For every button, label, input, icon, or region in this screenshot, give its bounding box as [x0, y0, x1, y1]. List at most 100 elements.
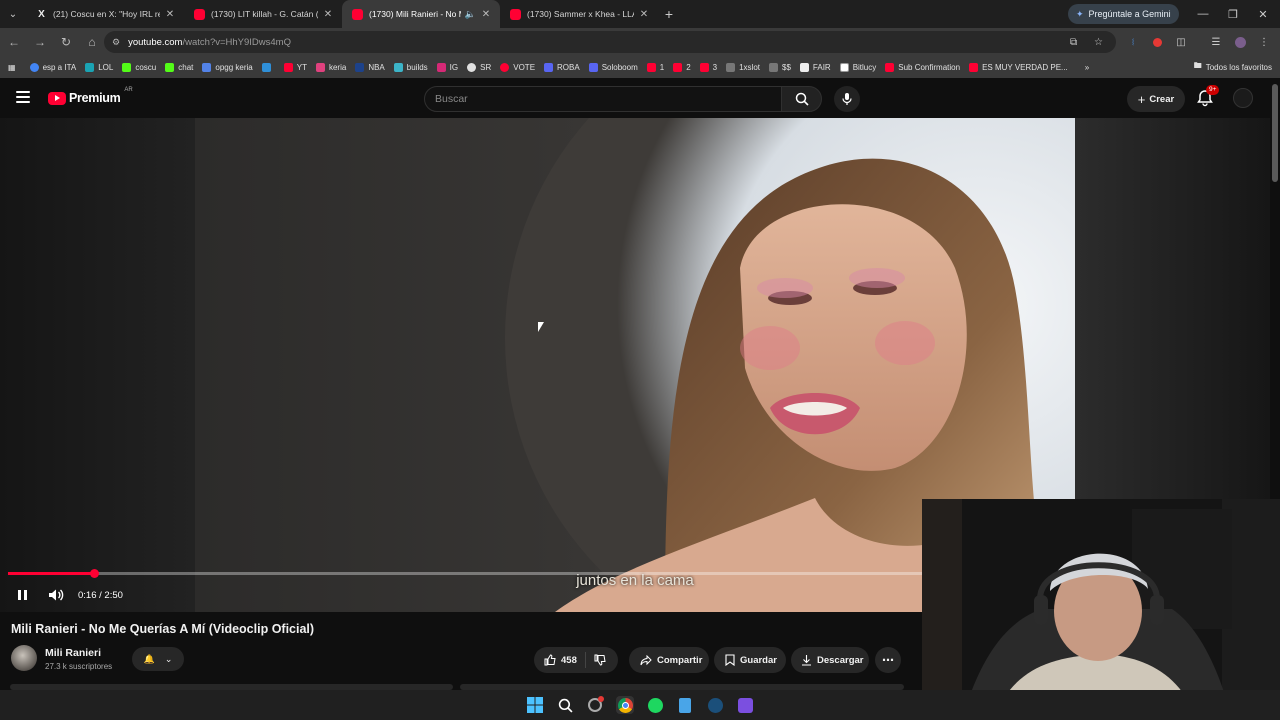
bookmark-item[interactable]: esp a ITA	[29, 62, 76, 72]
search-input[interactable]	[435, 93, 755, 105]
all-bookmarks-folder[interactable]: 🖿 Todos los favoritos	[1194, 56, 1272, 78]
bookmark-label: coscu	[135, 62, 157, 72]
bookmark-item[interactable]: coscu	[122, 62, 157, 72]
address-bar-row: ← → ↻ ⌂ ⚙ youtube.com/watch?v=HhY9IDws4m…	[0, 28, 1280, 56]
bookmark-item[interactable]: ES MUY VERDAD PE...	[969, 62, 1068, 72]
bookmark-star-icon[interactable]: ☆	[1094, 31, 1103, 53]
account-avatar[interactable]	[1233, 88, 1253, 108]
volume-button[interactable]	[42, 583, 70, 607]
voice-search-button[interactable]	[834, 86, 860, 112]
notepad-icon[interactable]	[676, 696, 694, 714]
youtube-premium-logo[interactable]: Premium AR	[48, 87, 133, 105]
pause-button[interactable]	[8, 583, 36, 607]
bookmark-item[interactable]: Soloboom	[588, 62, 638, 72]
hamburger-menu-icon[interactable]	[16, 91, 30, 103]
bookmark-item[interactable]: 1xslot	[726, 62, 760, 72]
forward-icon[interactable]: →	[28, 30, 52, 54]
browser-tab-4[interactable]: (1730) Sammer x Khea - LLAMA ✕	[500, 0, 658, 28]
1xslot-icon	[726, 62, 736, 72]
browser-tab-2[interactable]: (1730) LIT killah - G. Catán (Offi ✕	[184, 0, 342, 28]
bookmark-item[interactable]: VOTE	[500, 62, 535, 72]
site-info-icon[interactable]: ⚙	[112, 37, 120, 48]
speaker-icon[interactable]: 🔈	[465, 9, 476, 20]
bookmark-item[interactable]: IG	[436, 62, 458, 72]
search-box[interactable]	[424, 86, 782, 112]
url-bar[interactable]: ⚙ youtube.com/watch?v=HhY9IDws4mQ ⧉ ☆	[104, 31, 1116, 53]
bookmark-item[interactable]: ROBA	[544, 62, 580, 72]
logo-wordmark: Premium	[69, 91, 121, 105]
dislike-button[interactable]	[594, 654, 606, 666]
channel-name[interactable]: Mili Ranieri	[45, 647, 101, 659]
more-bookmarks-icon[interactable]: »	[1085, 63, 1089, 72]
bookmark-item[interactable]	[261, 62, 275, 72]
bookmark-item[interactable]: Sub Confirmation	[885, 62, 961, 72]
tab-search-chevron-icon[interactable]: ⌄	[0, 0, 26, 28]
plus-icon: +	[1137, 91, 1146, 107]
bookmark-item[interactable]: keria	[315, 62, 346, 72]
home-icon[interactable]: ⌂	[80, 30, 104, 54]
back-icon[interactable]: ←	[2, 30, 26, 54]
reload-icon[interactable]: ↻	[54, 30, 78, 54]
bookmark-label: Sub Confirmation	[898, 62, 961, 72]
windows-start-icon[interactable]	[526, 696, 544, 714]
app-icon[interactable]	[586, 696, 604, 714]
scrubber-knob[interactable]	[89, 569, 99, 578]
bookmark-item[interactable]: SR	[467, 62, 491, 72]
bookmark-item[interactable]: LOL	[85, 62, 113, 72]
player-controls: 0:16 / 2:50	[0, 580, 923, 610]
bookmark-item[interactable]: opgg keria	[202, 62, 253, 72]
progress-bar[interactable]	[8, 569, 923, 578]
spotify-icon[interactable]	[646, 696, 664, 714]
browser-tab-3-active[interactable]: (1730) Mili Ranieri - No Me 🔈 ✕	[342, 0, 500, 28]
search-icon[interactable]	[556, 696, 574, 714]
close-tab-icon[interactable]: ✕	[480, 9, 492, 20]
youtube-icon	[699, 62, 709, 72]
like-count[interactable]: 458	[561, 655, 577, 666]
chrome-icon[interactable]	[616, 696, 634, 714]
bookmark-item[interactable]: YT	[283, 62, 307, 72]
kick-icon	[165, 62, 175, 72]
bookmark-item[interactable]: NBA	[355, 62, 385, 72]
bookmark-item[interactable]: $$	[769, 62, 791, 72]
steam-icon[interactable]	[706, 696, 724, 714]
extensions-puzzle-icon[interactable]: ◫	[1170, 28, 1192, 56]
save-button[interactable]: Guardar	[714, 647, 786, 673]
browser-menu-icon[interactable]: ⋮	[1253, 28, 1275, 56]
grid-app-icon[interactable]	[736, 696, 754, 714]
reading-list-icon[interactable]: ☰	[1205, 28, 1227, 56]
bookmark-label: NBA	[368, 62, 385, 72]
bookmark-item[interactable]: builds	[393, 62, 428, 72]
bookmark-item[interactable]: 1	[646, 62, 664, 72]
search-button[interactable]	[781, 86, 822, 112]
more-actions-button[interactable]: ⋯	[875, 647, 901, 673]
bookmark-item[interactable]: 3	[699, 62, 717, 72]
gemini-button[interactable]: ✦ Pregúntale a Gemini	[1068, 4, 1179, 24]
create-button[interactable]: + Crear	[1127, 86, 1185, 112]
like-button[interactable]	[544, 654, 556, 666]
notifications-button[interactable]: 9+	[1196, 85, 1220, 109]
bookmark-item[interactable]: Bitlucy	[839, 62, 876, 72]
channel-avatar[interactable]	[11, 645, 37, 671]
share-button[interactable]: Compartir	[629, 647, 709, 673]
extension-red-icon[interactable]	[1146, 28, 1168, 56]
window-close-icon[interactable]: ✕	[1248, 0, 1278, 28]
new-tab-button[interactable]: +	[658, 6, 680, 22]
close-tab-icon[interactable]: ✕	[322, 9, 334, 20]
apps-grid-icon[interactable]: ▦	[8, 63, 16, 72]
scrollbar-thumb[interactable]	[1272, 84, 1278, 182]
restore-icon[interactable]: ❐	[1218, 0, 1248, 28]
profile-avatar-icon[interactable]	[1229, 28, 1251, 56]
bookmark-item[interactable]: 2	[673, 62, 691, 72]
share-label: Compartir	[657, 654, 703, 666]
install-app-icon[interactable]: ⧉	[1070, 31, 1077, 53]
bookmark-item[interactable]: FAIR	[799, 62, 831, 72]
bookmark-item[interactable]: chat	[165, 62, 193, 72]
close-tab-icon[interactable]: ✕	[164, 9, 176, 20]
minimize-icon[interactable]: —	[1188, 0, 1218, 28]
extension-wave-icon[interactable]: ⧙	[1122, 28, 1144, 56]
download-label: Descargar	[817, 654, 864, 666]
subscription-notifications-button[interactable]: 🔔 ⌄	[132, 647, 184, 671]
browser-tab-1[interactable]: X (21) Coscu en X: "Hoy IRL reacc ✕	[26, 0, 184, 28]
close-tab-icon[interactable]: ✕	[638, 9, 650, 20]
download-button[interactable]: Descargar	[791, 647, 869, 673]
